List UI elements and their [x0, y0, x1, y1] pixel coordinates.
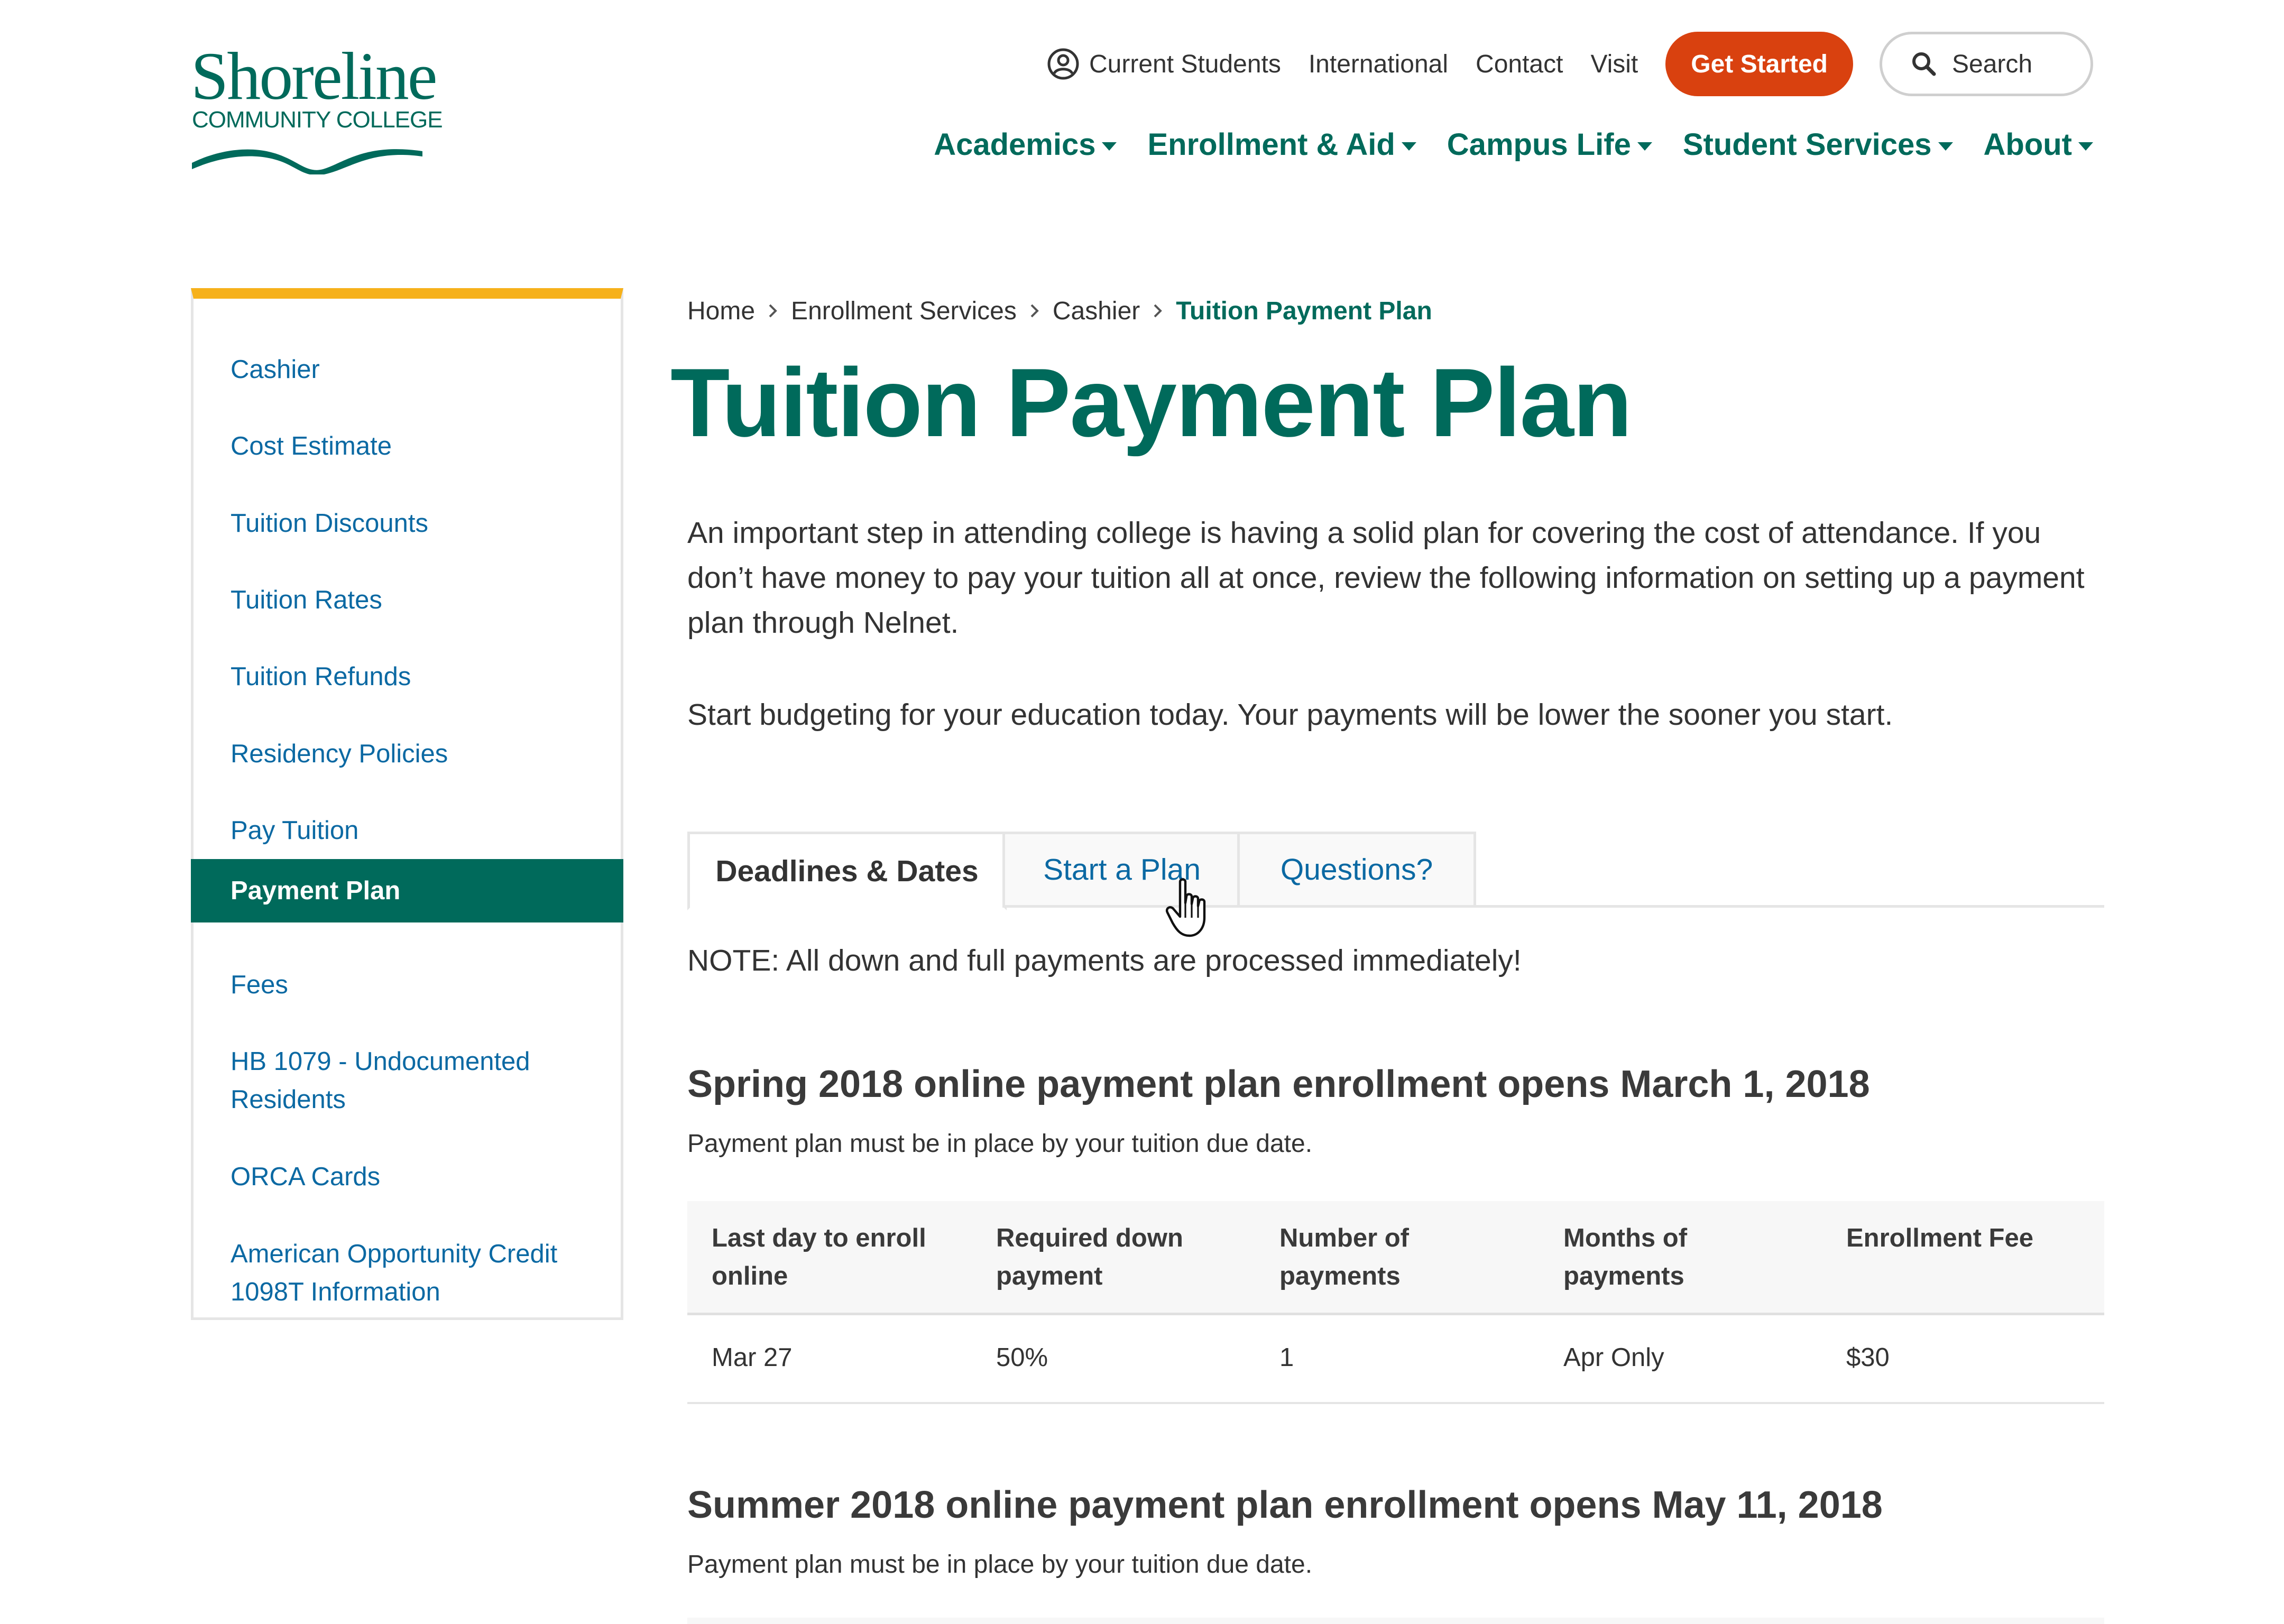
summer-section-subtitle: Payment plan must be in place by your tu… — [687, 1551, 1313, 1579]
search-button[interactable]: Search — [1880, 32, 2093, 96]
chevron-down-icon — [2078, 142, 2093, 151]
sidebar-item-residency-policies[interactable]: Residency Policies — [231, 735, 448, 773]
breadcrumb: Home Enrollment Services Cashier Tuition… — [687, 294, 1432, 328]
search-label: Search — [1952, 50, 2033, 78]
sidebar-item-1098t[interactable]: American Opportunity Credit 1098T Inform… — [231, 1235, 579, 1311]
visit-link[interactable]: Visit — [1590, 50, 1638, 79]
nav-enrollment-aid-label: Enrollment & Aid — [1147, 127, 1395, 162]
chevron-down-icon — [1102, 142, 1117, 151]
summer-section-title: Summer 2018 online payment plan enrollme… — [687, 1484, 1883, 1526]
table-row: Mar 27 50% 1 Apr Only $30 — [687, 1315, 2104, 1404]
college-logo[interactable]: Shoreline COMMUNITY COLLEGE — [191, 42, 443, 184]
chevron-down-icon — [1938, 142, 1953, 151]
breadcrumb-enrollment-services[interactable]: Enrollment Services — [791, 297, 1017, 326]
table-cell: Mar 27 — [712, 1343, 793, 1372]
spring-section-subtitle: Payment plan must be in place by your tu… — [687, 1130, 1313, 1158]
chevron-right-icon — [768, 303, 778, 319]
nav-about[interactable]: About — [1983, 127, 2093, 162]
table-cell: 50% — [996, 1343, 1048, 1372]
current-students-link[interactable]: Current Students — [1047, 48, 1281, 80]
sidebar-item-cost-estimate[interactable]: Cost Estimate — [231, 427, 392, 465]
sidebar-item-tuition-discounts[interactable]: Tuition Discounts — [231, 504, 428, 542]
nav-about-label: About — [1983, 127, 2073, 162]
sidebar-item-tuition-refunds[interactable]: Tuition Refunds — [231, 658, 411, 696]
breadcrumb-current: Tuition Payment Plan — [1176, 297, 1432, 325]
sidebar-item-payment-plan[interactable]: Payment Plan — [191, 859, 623, 922]
nav-academics-label: Academics — [934, 127, 1096, 162]
table-header-cell: Required down payment — [996, 1224, 1183, 1290]
tab-questions[interactable]: Questions? — [1237, 832, 1476, 908]
user-circle-icon — [1047, 48, 1079, 80]
nav-campus-life[interactable]: Campus Life — [1447, 127, 1652, 162]
search-icon — [1912, 52, 1936, 76]
payment-note: NOTE: All down and full payments are pro… — [687, 944, 1522, 977]
tab-bar: Deadlines & Dates Start a Plan Questions… — [687, 832, 2104, 910]
nav-student-services-label: Student Services — [1682, 127, 1932, 162]
table-cell: Apr Only — [1563, 1343, 1664, 1372]
summer-table-header-edge — [687, 1618, 2104, 1624]
current-students-label: Current Students — [1089, 50, 1281, 78]
hand-pointer-icon — [1165, 878, 1206, 937]
sidebar-item-pay-tuition[interactable]: Pay Tuition — [231, 811, 358, 850]
tab-deadlines-dates[interactable]: Deadlines & Dates — [687, 832, 1007, 910]
international-link[interactable]: International — [1309, 50, 1448, 79]
table-cell: $30 — [1846, 1343, 1890, 1372]
table-header-cell: Last day to enroll online — [712, 1224, 926, 1290]
spring-section-title: Spring 2018 online payment plan enrollme… — [687, 1063, 1870, 1105]
nav-student-services[interactable]: Student Services — [1683, 127, 1953, 162]
table-header-row: Last day to enroll online Required down … — [687, 1201, 2104, 1315]
breadcrumb-home[interactable]: Home — [687, 297, 755, 326]
sidebar-item-cashier[interactable]: Cashier — [231, 350, 320, 389]
section-sidebar: Cashier Cost Estimate Tuition Discounts … — [191, 288, 623, 1320]
breadcrumb-cashier[interactable]: Cashier — [1053, 297, 1140, 326]
nav-enrollment-aid[interactable]: Enrollment & Aid — [1147, 127, 1416, 162]
sidebar-item-orca-cards[interactable]: ORCA Cards — [231, 1158, 380, 1196]
sidebar-item-hb-1079[interactable]: HB 1079 - Undocumented Residents — [231, 1042, 590, 1119]
sidebar-item-fees[interactable]: Fees — [231, 966, 288, 1004]
chevron-down-icon — [1637, 142, 1652, 151]
spring-payment-table: Last day to enroll online Required down … — [687, 1201, 2104, 1404]
logo-subtitle: COMMUNITY COLLEGE — [192, 107, 443, 133]
utility-nav: Current Students International Contact V… — [1047, 32, 2093, 96]
sidebar-item-tuition-rates[interactable]: Tuition Rates — [231, 581, 382, 619]
nav-academics[interactable]: Academics — [934, 127, 1117, 162]
get-started-button[interactable]: Get Started — [1665, 32, 1853, 96]
intro-paragraph: An important step in attending college i… — [687, 516, 2085, 640]
nav-campus-life-label: Campus Life — [1447, 127, 1631, 162]
chevron-right-icon — [1153, 303, 1163, 319]
chevron-down-icon — [1401, 142, 1416, 151]
table-header-cell: Months of payments — [1563, 1224, 1688, 1290]
contact-link[interactable]: Contact — [1476, 50, 1563, 79]
table-header-cell: Enrollment Fee — [1846, 1224, 2033, 1252]
table-header-cell: Number of payments — [1279, 1224, 1409, 1290]
logo-wordmark: Shoreline — [191, 39, 438, 114]
logo-wave-icon — [192, 149, 422, 174]
chevron-right-icon — [1029, 303, 1040, 319]
page-title: Tuition Payment Plan — [670, 348, 1632, 457]
table-cell: 1 — [1279, 1343, 1294, 1372]
budget-paragraph: Start budgeting for your education today… — [687, 698, 1893, 732]
main-nav: Academics Enrollment & Aid Campus Life S… — [934, 127, 2093, 162]
